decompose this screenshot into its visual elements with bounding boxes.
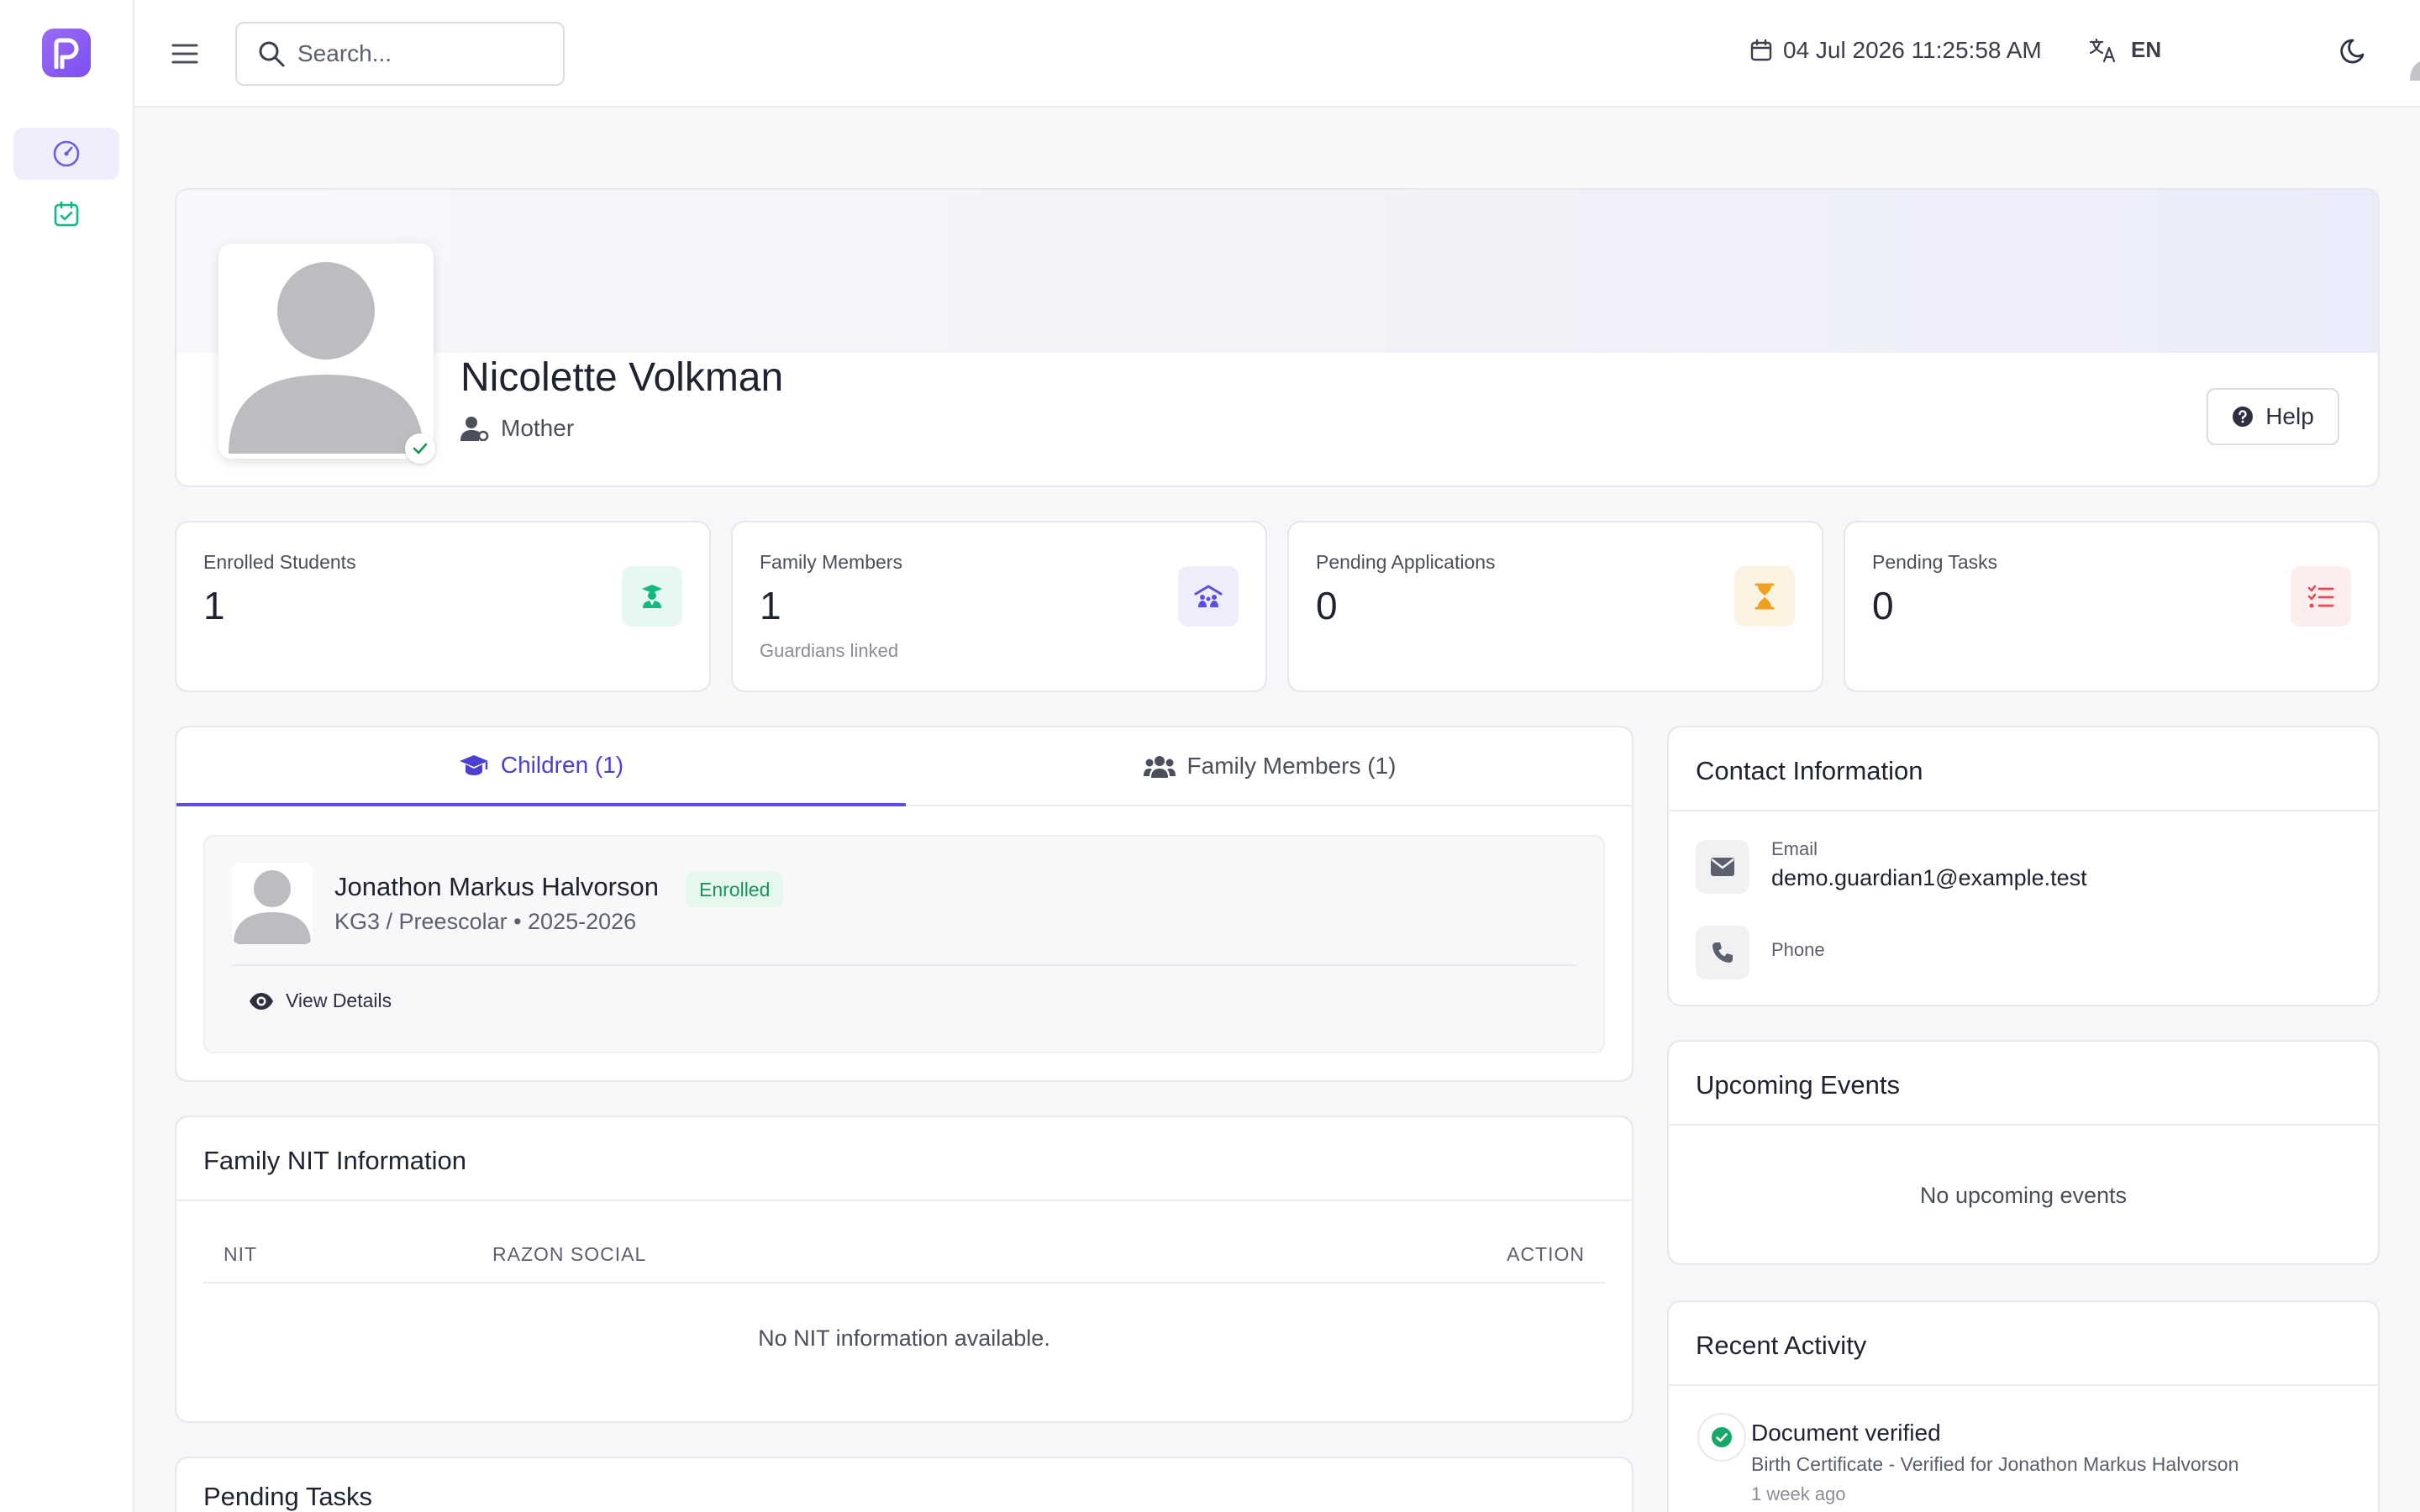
calendar-icon [1750, 39, 1772, 61]
logo-p-icon [54, 38, 79, 69]
check-icon [413, 443, 428, 454]
stat-label: Enrolled Students [203, 551, 356, 573]
activity-title: Recent Activity [1696, 1331, 1867, 1360]
calendar-check-icon [54, 201, 79, 227]
envelope-icon [1696, 840, 1749, 894]
datetime-text: 04 Jul 2026 11:25:58 AM [1783, 37, 2042, 63]
child-class: KG3 / Preescolar • 2025-2026 [334, 909, 637, 934]
stat-card-family-members: Family Members 1 Guardians linked [731, 521, 1267, 692]
activity-item-time: 1 week ago [1751, 1483, 1846, 1504]
divider [176, 1200, 1632, 1201]
stat-label: Pending Tasks [1872, 551, 1998, 573]
events-card: Upcoming Events No upcoming events [1667, 1040, 2380, 1265]
table-divider [203, 1282, 1605, 1284]
stat-value: 1 [203, 584, 225, 627]
hourglass-icon [1734, 566, 1795, 627]
graduate-icon [622, 566, 682, 627]
activity-item-title: Document verified [1751, 1420, 1941, 1446]
hamburger-icon [171, 44, 198, 64]
child-name: Jonathon Markus Halvorson [334, 872, 659, 901]
verified-badge [405, 433, 435, 464]
user-silhouette-icon [234, 870, 311, 944]
child-avatar [232, 864, 313, 944]
dashboard-gauge-icon [53, 140, 80, 167]
help-label: Help [2265, 403, 2314, 429]
nit-empty-message: No NIT information available. [758, 1326, 1050, 1351]
theme-toggle-button[interactable] [2338, 37, 2368, 71]
sidebar-item-calendar[interactable] [13, 188, 119, 240]
family-icon [1178, 566, 1239, 627]
column-header-razon-social: RAZON SOCIAL [492, 1243, 647, 1265]
search-input[interactable] [297, 40, 550, 67]
activity-item-description: Birth Certificate - Verified for Jonatho… [1751, 1453, 2239, 1475]
user-menu[interactable] [2408, 25, 2420, 81]
contact-title: Contact Information [1696, 756, 1923, 785]
email-value[interactable]: demo.guardian1@example.test [1771, 865, 2087, 891]
sidebar [0, 0, 134, 1512]
divider [1669, 1384, 2378, 1386]
task-list-icon [2291, 566, 2351, 627]
user-silhouette-icon [229, 262, 424, 454]
question-circle-icon [2233, 407, 2254, 427]
graduation-cap-icon [459, 755, 488, 775]
moon-icon [2340, 39, 2365, 64]
phone-label: Phone [1771, 939, 1825, 960]
profile-role-text: Mother [501, 415, 575, 441]
profile-banner [176, 190, 2378, 353]
column-header-action: ACTION [1507, 1243, 1585, 1265]
tab-family-label: Family Members (1) [1186, 753, 1397, 779]
pending-tasks-card: Pending Tasks [175, 1457, 1634, 1512]
status-badge: Enrolled [686, 872, 784, 907]
translate-icon [2089, 38, 2116, 62]
profile-name: Nicolette Volkman [460, 355, 784, 400]
eye-icon [250, 992, 273, 1010]
divider [1669, 810, 2378, 811]
stat-value: 1 [760, 584, 781, 627]
datetime-display: 04 Jul 2026 11:25:58 AM [1749, 37, 2042, 64]
stat-label: Pending Applications [1316, 551, 1496, 573]
stat-card-pending-tasks: Pending Tasks 0 [1844, 521, 2380, 692]
child-item: Jonathon Markus Halvorson Enrolled KG3 /… [203, 835, 1605, 1053]
nit-title: Family NIT Information [203, 1146, 466, 1175]
topbar: 04 Jul 2026 11:25:58 AM EN [134, 0, 2420, 108]
nit-card: Family NIT Information NIT RAZON SOCIAL … [175, 1116, 1634, 1423]
profile-photo [218, 244, 434, 459]
column-header-nit: NIT [224, 1243, 258, 1265]
divider [232, 964, 1576, 966]
language-code: EN [2131, 37, 2162, 62]
events-title: Upcoming Events [1696, 1070, 1900, 1100]
view-details-label: View Details [286, 990, 392, 1011]
phone-icon [1696, 926, 1749, 979]
children-card: Children (1) Family Members (1) Jonathon… [175, 726, 1634, 1082]
activity-card: Recent Activity Document verified Birth … [1667, 1300, 2380, 1512]
tab-family-members[interactable]: Family Members (1) [906, 727, 1634, 806]
view-details-button[interactable]: View Details [249, 990, 392, 1012]
stat-label: Family Members [760, 551, 902, 573]
profile-role: Mother [460, 415, 574, 442]
users-icon [1143, 756, 1176, 778]
stat-card-enrolled-students: Enrolled Students 1 [175, 521, 711, 692]
divider [1669, 1124, 2378, 1126]
profile-card: Nicolette Volkman Mother Help [175, 188, 2380, 487]
stat-value: 0 [1872, 584, 1894, 627]
menu-toggle-button[interactable] [170, 37, 200, 71]
user-gear-icon [460, 417, 489, 441]
tab-children-label: Children (1) [500, 752, 624, 778]
search-box[interactable] [235, 22, 565, 86]
tab-children[interactable]: Children (1) [176, 727, 906, 806]
user-avatar-icon [2410, 61, 2420, 81]
check-circle-icon [1697, 1413, 1746, 1462]
stat-card-pending-applications: Pending Applications 0 [1287, 521, 1823, 692]
stat-value: 0 [1316, 584, 1338, 627]
help-button[interactable]: Help [2207, 388, 2339, 445]
pending-tasks-title: Pending Tasks [203, 1482, 373, 1511]
stat-sub: Guardians linked [760, 640, 899, 661]
search-icon [259, 41, 285, 67]
events-empty-message: No upcoming events [1919, 1183, 2128, 1208]
language-switcher[interactable]: EN [2089, 37, 2161, 63]
app-logo[interactable] [42, 29, 91, 77]
contact-card: Contact Information Email demo.guardian1… [1667, 726, 2380, 1006]
sidebar-item-dashboard[interactable] [13, 128, 119, 180]
email-label: Email [1771, 838, 1818, 859]
